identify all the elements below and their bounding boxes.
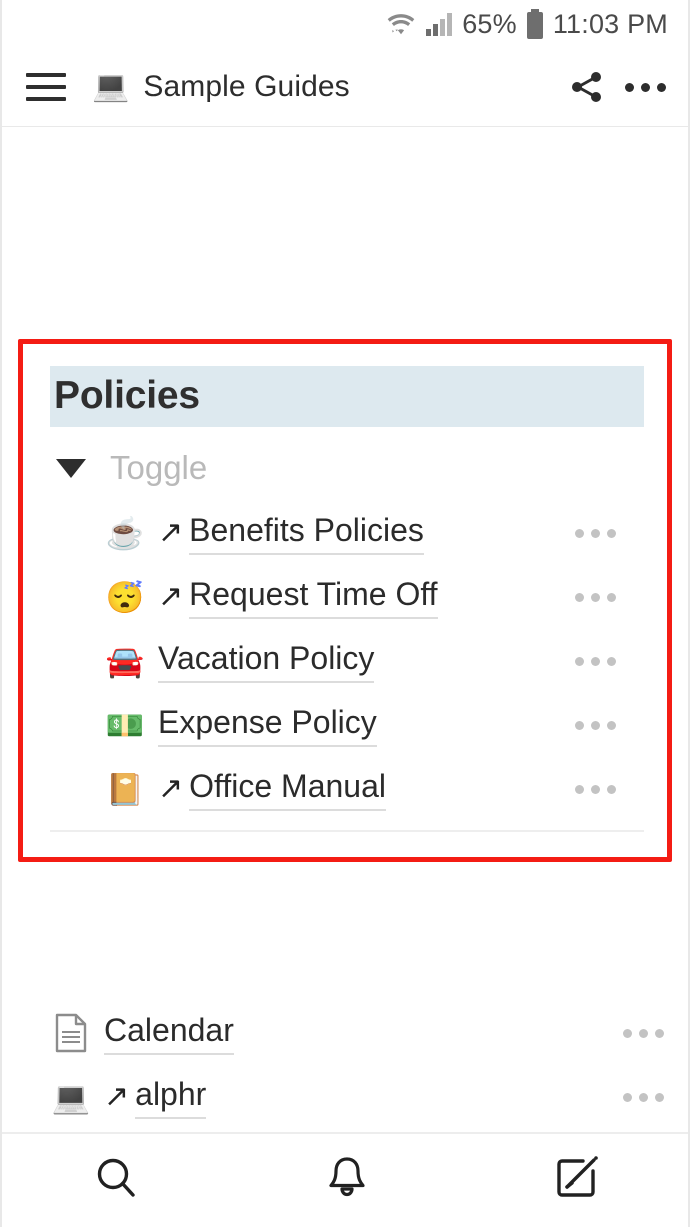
notifications-button[interactable] bbox=[232, 1134, 462, 1227]
share-icon[interactable] bbox=[569, 69, 605, 105]
row-more-icon[interactable] bbox=[575, 720, 640, 730]
row-more-icon[interactable] bbox=[623, 1028, 688, 1038]
list-item-label: Vacation Policy bbox=[158, 640, 375, 683]
list-item[interactable]: 💵 Expense Policy bbox=[50, 693, 644, 757]
row-more-icon[interactable] bbox=[575, 592, 640, 602]
banknote-emoji: 💵 bbox=[105, 707, 145, 743]
external-link-arrow-icon: ↗ bbox=[104, 1079, 130, 1113]
list-item-label: Expense Policy bbox=[158, 704, 377, 747]
app-root: 65% 11:03 PM 💻 Sample Guides Policies To… bbox=[0, 0, 690, 1227]
list-item-label: alphr bbox=[135, 1076, 207, 1119]
policies-row-list: ☕ ↗ Benefits Policies 😴 ↗ Request Time O… bbox=[50, 501, 644, 821]
compose-button[interactable] bbox=[462, 1134, 688, 1227]
row-more-icon[interactable] bbox=[575, 784, 640, 794]
page-icon bbox=[50, 1013, 92, 1053]
cellular-signal-icon bbox=[425, 12, 453, 36]
row-link[interactable]: ↗ alphr bbox=[104, 1076, 623, 1119]
list-item-label: Request Time Off bbox=[189, 576, 438, 619]
page-title: Sample Guides bbox=[143, 70, 350, 103]
bell-icon bbox=[324, 1154, 370, 1207]
list-item[interactable]: ☕ ↗ Benefits Policies bbox=[50, 501, 644, 565]
policies-section: Policies Toggle ☕ ↗ Benefits Policies 😴 bbox=[50, 366, 644, 821]
more-options-icon[interactable] bbox=[625, 82, 666, 92]
more-dots bbox=[625, 82, 666, 92]
row-more-icon[interactable] bbox=[575, 656, 640, 666]
other-row-list: Calendar 💻 ↗ alphr bbox=[2, 1001, 688, 1129]
section-divider bbox=[50, 830, 644, 832]
row-link[interactable]: Calendar bbox=[104, 1012, 623, 1055]
wifi-icon bbox=[386, 11, 416, 37]
list-item-label: Office Manual bbox=[189, 768, 386, 811]
list-item-label: Calendar bbox=[104, 1012, 234, 1055]
row-link[interactable]: ↗ Office Manual bbox=[158, 768, 575, 811]
row-more-icon[interactable] bbox=[575, 528, 640, 538]
car-emoji: 🚘 bbox=[105, 643, 145, 679]
list-item[interactable]: 🚘 Vacation Policy bbox=[50, 629, 644, 693]
list-item[interactable]: 📔 ↗ Office Manual bbox=[50, 757, 644, 821]
list-item[interactable]: 💻 ↗ alphr bbox=[2, 1065, 688, 1129]
row-more-icon[interactable] bbox=[623, 1092, 688, 1102]
list-item-label: Benefits Policies bbox=[189, 512, 424, 555]
coffee-emoji: ☕ bbox=[105, 515, 145, 551]
battery-percent-label: 65% bbox=[462, 8, 517, 39]
app-header: 💻 Sample Guides bbox=[2, 48, 688, 127]
battery-icon bbox=[526, 9, 544, 39]
compose-icon bbox=[553, 1154, 601, 1207]
row-link[interactable]: Vacation Policy bbox=[158, 640, 575, 683]
section-title-policies: Policies bbox=[50, 366, 644, 427]
laptop-emoji: 💻 bbox=[92, 70, 130, 103]
list-item[interactable]: 😴 ↗ Request Time Off bbox=[50, 565, 644, 629]
triangle-down-icon[interactable] bbox=[56, 458, 86, 478]
clock-label: 11:03 PM bbox=[552, 8, 668, 39]
external-link-arrow-icon: ↗ bbox=[158, 771, 184, 805]
external-link-arrow-icon: ↗ bbox=[158, 515, 184, 549]
search-button[interactable] bbox=[2, 1134, 232, 1227]
row-link[interactable]: Expense Policy bbox=[158, 704, 575, 747]
toggle-label: Toggle bbox=[110, 449, 208, 486]
external-link-arrow-icon: ↗ bbox=[158, 579, 184, 613]
laptop-emoji: 💻 bbox=[51, 1079, 91, 1115]
hamburger-menu-icon[interactable] bbox=[26, 73, 66, 101]
toggle-block[interactable]: Toggle bbox=[50, 449, 644, 487]
list-item[interactable]: Calendar bbox=[2, 1001, 688, 1065]
status-bar: 65% 11:03 PM bbox=[2, 0, 688, 48]
bottom-navigation-bar bbox=[2, 1132, 688, 1227]
sleeping-face-emoji: 😴 bbox=[105, 579, 145, 615]
row-link[interactable]: ↗ Request Time Off bbox=[158, 576, 575, 619]
notebook-emoji: 📔 bbox=[105, 771, 145, 807]
search-icon bbox=[93, 1154, 141, 1207]
row-link[interactable]: ↗ Benefits Policies bbox=[158, 512, 575, 555]
